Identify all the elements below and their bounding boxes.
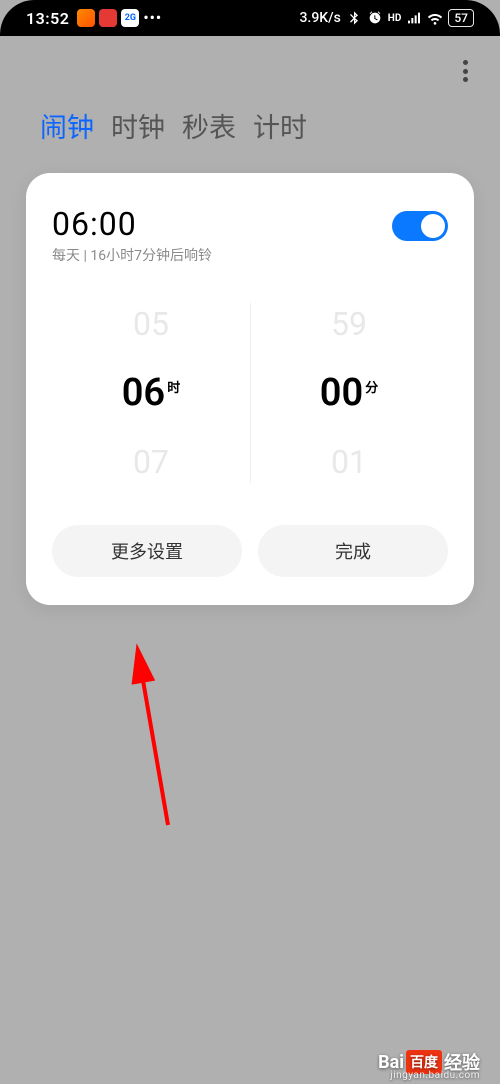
tab-alarm[interactable]: 闹钟 xyxy=(40,106,94,145)
status-time: 13:52 xyxy=(26,9,69,28)
menu-more-icon[interactable] xyxy=(457,54,474,88)
more-notifications-icon: ••• xyxy=(143,9,162,27)
tab-timer[interactable]: 计时 xyxy=(253,106,307,145)
hour-picker[interactable]: 05 06时 07 xyxy=(52,295,250,491)
minute-next: 01 xyxy=(250,433,448,491)
more-settings-button[interactable]: 更多设置 xyxy=(52,525,242,577)
hour-next: 07 xyxy=(52,433,250,491)
done-button[interactable]: 完成 xyxy=(258,525,448,577)
tab-stopwatch[interactable]: 秒表 xyxy=(182,106,236,145)
bluetooth-icon xyxy=(346,10,362,26)
time-picker[interactable]: 05 06时 07 59 00分 01 xyxy=(52,295,448,491)
signal-icon xyxy=(406,10,422,26)
alarm-toggle[interactable] xyxy=(392,211,448,241)
alarm-edit-card: 06:00 每天 | 16小时7分钟后响铃 05 06时 07 59 00分 0… xyxy=(26,173,474,605)
hour-prev: 05 xyxy=(52,295,250,353)
battery-indicator: 57 xyxy=(448,9,474,27)
watermark-url: jingyan.baidu.com xyxy=(390,1070,480,1081)
status-bar: 13:52 2G ••• 3.9K/s HD 57 xyxy=(0,0,500,36)
alarm-subtitle: 每天 | 16小时7分钟后响铃 xyxy=(52,245,212,265)
minute-selected: 00分 xyxy=(320,353,378,433)
hd-indicator: HD xyxy=(388,13,402,24)
notification-app-icon-3: 2G xyxy=(121,9,139,27)
minute-picker[interactable]: 59 00分 01 xyxy=(250,295,448,491)
watermark: Bai 百度 经验 jingyan.baidu.com xyxy=(0,1040,500,1084)
tab-bar: 闹钟 时钟 秒表 计时 xyxy=(0,88,500,173)
notification-app-icon-2 xyxy=(99,9,117,27)
tab-clock[interactable]: 时钟 xyxy=(111,106,165,145)
net-speed: 3.9K/s xyxy=(299,10,340,26)
hour-selected: 06时 xyxy=(122,353,180,433)
wifi-icon xyxy=(427,10,443,26)
minute-prev: 59 xyxy=(250,295,448,353)
alarm-time-display: 06:00 xyxy=(52,205,212,243)
alarm-icon xyxy=(367,10,383,26)
notification-app-icon-1 xyxy=(77,9,95,27)
